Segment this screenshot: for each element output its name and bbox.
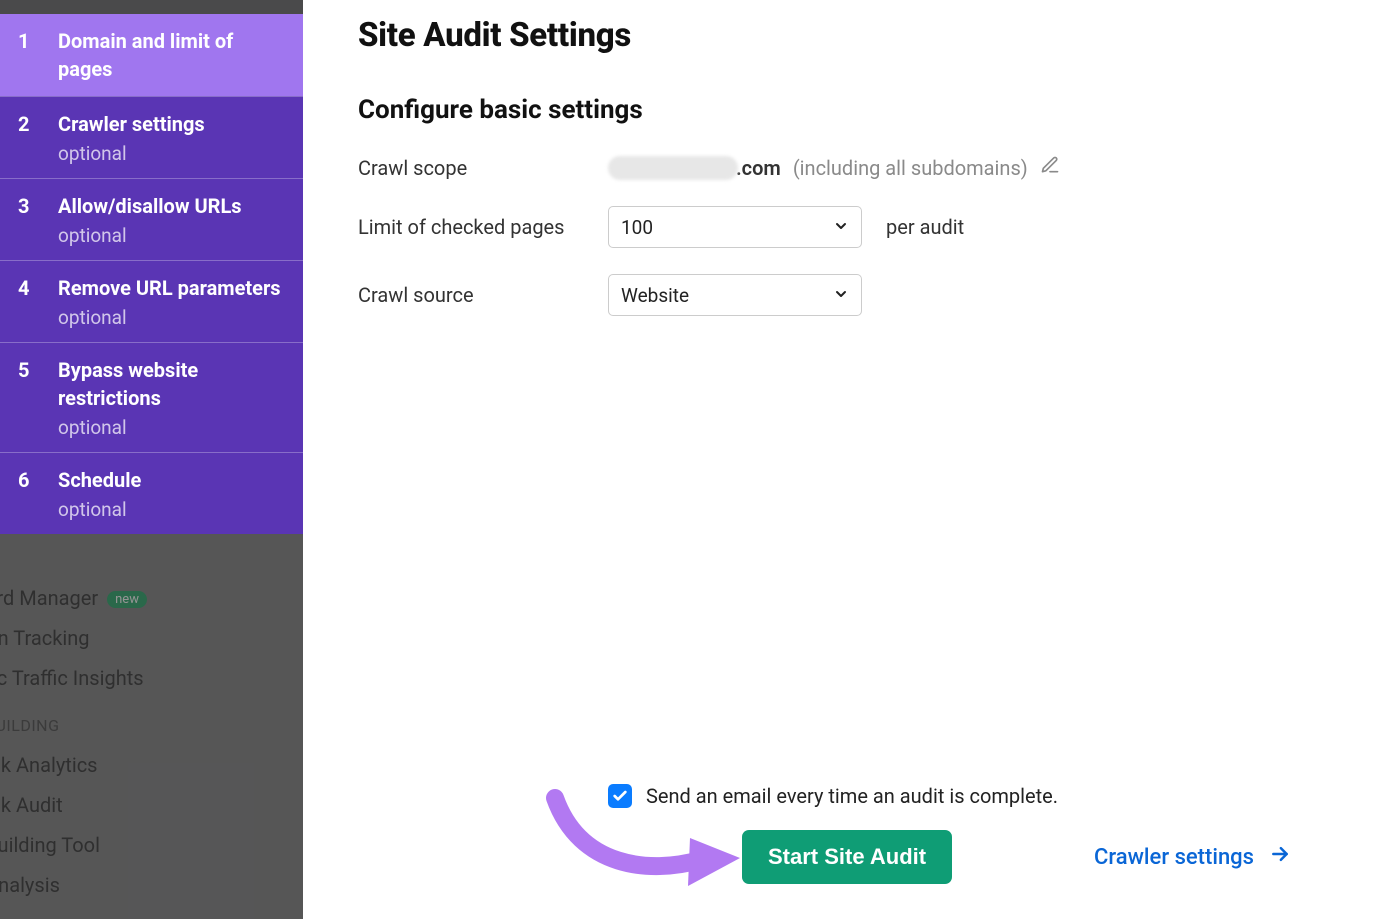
row-limit-pages: Limit of checked pages 100 per audit <box>358 206 1334 248</box>
crawl-scope-label: Crawl scope <box>358 156 608 180</box>
row-crawl-scope: Crawl scope .com (including all subdomai… <box>358 155 1334 180</box>
limit-value: 100 <box>621 216 653 239</box>
wizard-sidebar: 1 Domain and limit of pages 2 Crawler se… <box>0 14 303 534</box>
bg-nav-item: klink Audit <box>0 785 303 825</box>
bg-nav-item: anic Traffic Insights <box>0 658 303 698</box>
wizard-step-3[interactable]: 3 Allow/disallow URLs optional <box>0 178 303 260</box>
step-title: Remove URL parameters <box>58 274 285 302</box>
step-title: Domain and limit of pages <box>58 27 285 83</box>
step-number: 5 <box>18 356 58 439</box>
section-title: Configure basic settings <box>358 95 1334 125</box>
crawl-scope-domain-redacted <box>608 156 738 180</box>
source-select[interactable]: Website <box>608 274 862 316</box>
next-crawler-settings-link[interactable]: Crawler settings <box>1094 844 1292 870</box>
arrow-right-icon <box>1268 844 1292 870</box>
start-site-audit-button[interactable]: Start Site Audit <box>742 830 952 884</box>
step-subtitle: optional <box>58 142 285 165</box>
new-badge: new <box>107 591 147 608</box>
next-link-label: Crawler settings <box>1094 845 1254 870</box>
step-title: Allow/disallow URLs <box>58 192 285 220</box>
wizard-step-2[interactable]: 2 Crawler settings optional <box>0 96 303 178</box>
crawl-scope-domain-suffix: .com <box>736 156 781 180</box>
page-title: Site Audit Settings <box>358 16 1334 55</box>
step-subtitle: optional <box>58 306 285 329</box>
crawl-scope-hint: (including all subdomains) <box>793 156 1028 180</box>
step-title: Schedule <box>58 466 285 494</box>
chevron-down-icon <box>833 216 849 239</box>
step-subtitle: optional <box>58 416 285 439</box>
source-value: Website <box>621 284 689 307</box>
wizard-step-6[interactable]: 6 Schedule optional <box>0 452 303 534</box>
step-subtitle: optional <box>58 224 285 247</box>
email-checkbox[interactable] <box>608 784 632 808</box>
chevron-down-icon <box>833 284 849 307</box>
bg-nav-item: k Analysis <box>0 865 303 905</box>
source-label: Crawl source <box>358 283 608 307</box>
step-title: Bypass website restrictions <box>58 356 285 412</box>
bg-nav-item: word Manager new <box>0 578 303 618</box>
step-number: 2 <box>18 110 58 165</box>
limit-select[interactable]: 100 <box>608 206 862 248</box>
row-crawl-source: Crawl source Website <box>358 274 1334 316</box>
wizard-step-1[interactable]: 1 Domain and limit of pages <box>0 14 303 96</box>
wizard-step-4[interactable]: 4 Remove URL parameters optional <box>0 260 303 342</box>
step-number: 6 <box>18 466 58 521</box>
step-subtitle: optional <box>58 498 285 521</box>
edit-icon[interactable] <box>1040 155 1060 180</box>
limit-unit: per audit <box>886 215 964 239</box>
step-number: 3 <box>18 192 58 247</box>
settings-panel: Site Audit Settings Configure basic sett… <box>303 0 1389 919</box>
bg-nav-item: ition Tracking <box>0 618 303 658</box>
limit-label: Limit of checked pages <box>358 215 608 239</box>
bg-nav-item: klink Analytics <box>0 745 303 785</box>
step-number: 1 <box>18 27 58 83</box>
bg-nav-section: K BUILDING <box>0 716 303 735</box>
email-label: Send an email every time an audit is com… <box>646 784 1058 808</box>
step-title: Crawler settings <box>58 110 285 138</box>
bg-nav-item: k Building Tool <box>0 825 303 865</box>
wizard-step-5[interactable]: 5 Bypass website restrictions optional <box>0 342 303 452</box>
email-notify-row: Send an email every time an audit is com… <box>608 784 1058 808</box>
step-number: 4 <box>18 274 58 329</box>
bg-nav-label: word Manager <box>0 586 98 610</box>
